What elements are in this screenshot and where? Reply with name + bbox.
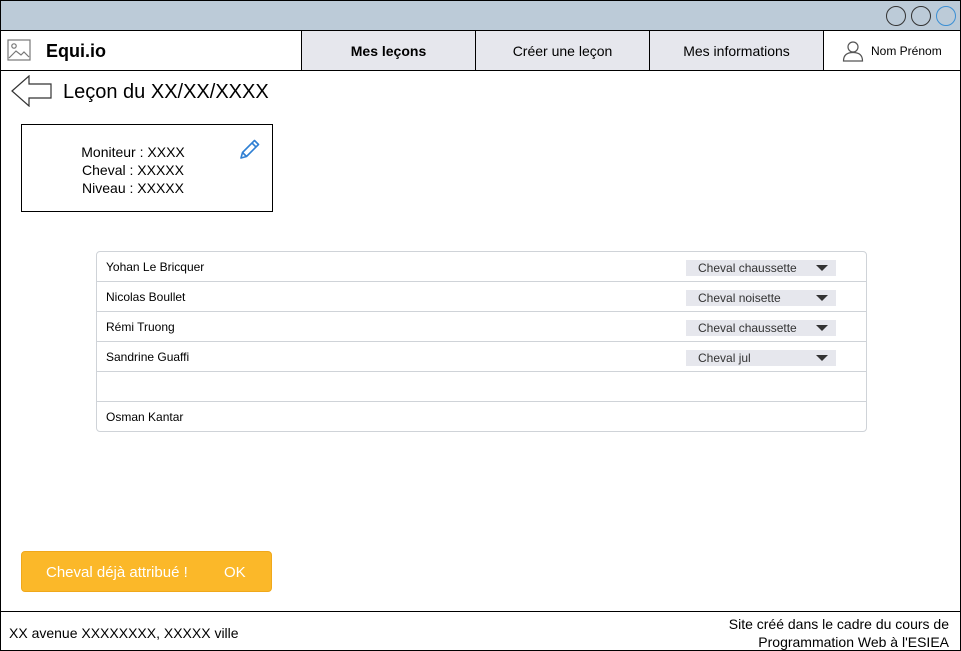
chevron-down-icon xyxy=(816,355,828,361)
app-window: Equi.io Mes leçons Créer une leçon Mes i… xyxy=(0,0,961,651)
horse-select-value: Cheval chaussette xyxy=(698,261,797,275)
list-item: Yohan Le Bricquer Cheval chaussette xyxy=(97,252,866,282)
rider-name: Osman Kantar xyxy=(106,410,184,424)
user-name: Nom Prénom xyxy=(871,43,942,58)
list-item xyxy=(97,372,866,402)
alert-message: Cheval déjà attribué ! xyxy=(46,564,188,581)
lesson-info-card: Moniteur : XXXX Cheval : XXXXX Niveau : … xyxy=(21,124,273,212)
maximize-button[interactable] xyxy=(911,6,931,26)
list-item: Osman Kantar xyxy=(97,402,866,432)
footer-credit-line: Site créé dans le cadre du cours de xyxy=(728,616,949,632)
horse-select[interactable]: Cheval noisette xyxy=(686,290,836,306)
moniteur-text: Moniteur : XXXX xyxy=(81,144,185,160)
rider-name: Nicolas Boullet xyxy=(106,290,186,304)
page-title: Leçon du XX/XX/XXXX xyxy=(63,81,269,103)
tab-label: Mes leçons xyxy=(350,42,427,59)
title-bar xyxy=(1,1,960,31)
navbar: Equi.io Mes leçons Créer une leçon Mes i… xyxy=(1,31,960,71)
list-item: Sandrine Guaffi Cheval jul xyxy=(97,342,866,372)
pencil-icon[interactable] xyxy=(236,137,262,163)
minimize-button[interactable] xyxy=(886,6,906,26)
list-item: Rémi Truong Cheval chaussette xyxy=(97,312,866,342)
list-item: Nicolas Boullet Cheval noisette xyxy=(97,282,866,312)
horse-select[interactable]: Cheval chaussette xyxy=(686,260,836,276)
niveau-text: Niveau : XXXXX xyxy=(82,180,184,196)
alert-ok-button[interactable]: OK xyxy=(224,564,246,581)
back-arrow-icon[interactable] xyxy=(11,75,53,107)
chevron-down-icon xyxy=(816,295,828,301)
tab-creer-lecon[interactable]: Créer une leçon xyxy=(475,31,649,70)
footer: XX avenue XXXXXXXX, XXXXX ville Site cré… xyxy=(1,611,960,650)
tab-mes-lecons[interactable]: Mes leçons xyxy=(301,31,475,70)
tab-label: Créer une leçon xyxy=(512,42,613,59)
rider-list: Yohan Le Bricquer Cheval chaussette Nico… xyxy=(96,251,867,432)
footer-credit: Site créé dans le cadre du cours de Prog… xyxy=(729,615,949,651)
horse-select-value: Cheval chaussette xyxy=(698,321,797,335)
horse-select-value: Cheval noisette xyxy=(698,291,781,305)
horse-select[interactable]: Cheval jul xyxy=(686,350,836,366)
rider-name: Rémi Truong xyxy=(106,320,175,334)
horse-select-value: Cheval jul xyxy=(698,351,751,365)
horse-select[interactable]: Cheval chaussette xyxy=(686,320,836,336)
cheval-text: Cheval : XXXXX xyxy=(82,162,184,178)
tab-mes-informations[interactable]: Mes informations xyxy=(649,31,823,70)
chevron-down-icon xyxy=(816,325,828,331)
user-icon xyxy=(842,40,864,62)
rider-name: Yohan Le Bricquer xyxy=(106,260,205,274)
footer-credit-line: Programmation Web à l'ESIEA xyxy=(758,634,949,650)
rider-name: Sandrine Guaffi xyxy=(106,350,190,364)
brand-name[interactable]: Equi.io xyxy=(46,41,106,62)
tab-label: Mes informations xyxy=(683,42,790,59)
chevron-down-icon xyxy=(816,265,828,271)
footer-address: XX avenue XXXXXXXX, XXXXX ville xyxy=(9,625,239,641)
close-button[interactable] xyxy=(936,6,956,26)
user-menu[interactable]: Nom Prénom xyxy=(823,31,960,70)
image-icon xyxy=(7,39,31,61)
warning-alert: Cheval déjà attribué ! OK xyxy=(21,551,272,592)
